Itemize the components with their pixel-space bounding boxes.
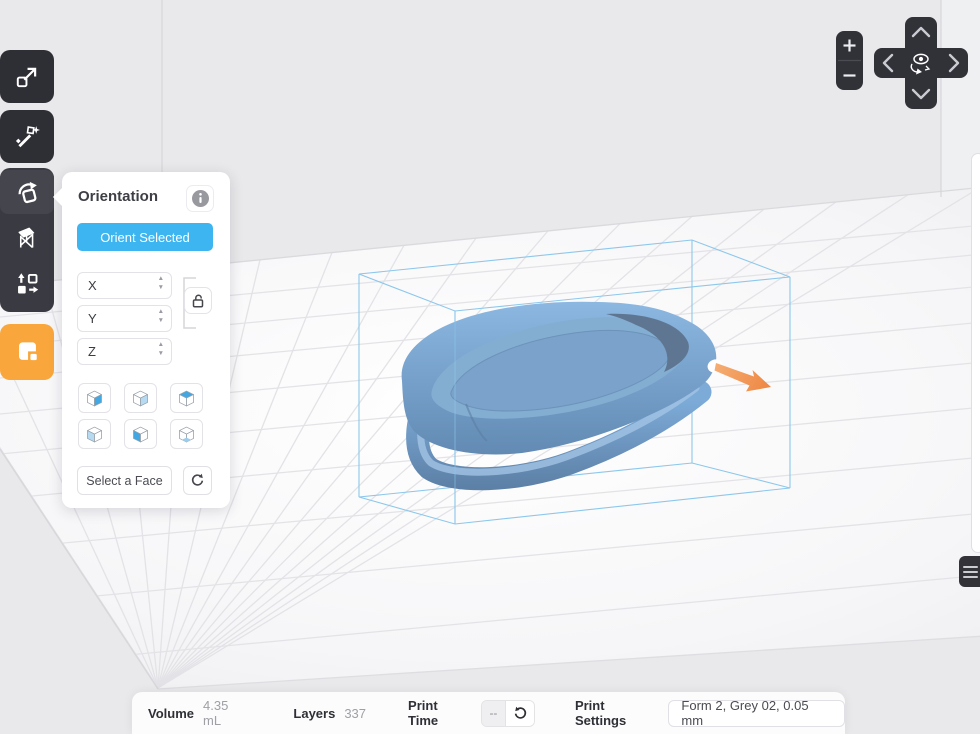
cube-face-icon — [176, 388, 197, 409]
print-time-label: Print Time — [408, 698, 471, 728]
orientation-panel: Orientation Orient Selected X ▲ ▼ Y ▲ ▼ Z … — [62, 172, 230, 508]
axis-x-label: X — [88, 278, 97, 293]
orientation-tool-button[interactable] — [0, 170, 54, 214]
eye-pupil-icon — [919, 57, 923, 61]
axis-x-field[interactable]: X ▲ ▼ — [77, 272, 172, 299]
orient-cube-button-6[interactable] — [170, 419, 203, 449]
axis-lock-button[interactable] — [184, 287, 212, 314]
layout-tool-button[interactable] — [0, 262, 54, 306]
select-a-face-button[interactable]: Select a Face — [77, 466, 172, 495]
supports-icon — [14, 225, 41, 252]
orient-cube-button-5[interactable] — [124, 419, 157, 449]
layer-slider-handle[interactable] — [959, 556, 980, 587]
magic-wand-icon — [14, 124, 40, 150]
refresh-icon — [513, 706, 528, 721]
layer-slider-track[interactable] — [971, 153, 980, 553]
view-controls — [828, 8, 980, 122]
print-settings-label: Print Settings — [575, 698, 658, 728]
volume-value: 4.35 mL — [203, 698, 249, 728]
spinner-down-icon[interactable]: ▼ — [158, 318, 164, 324]
axis-z-label: Z — [88, 344, 96, 359]
panel-caret — [53, 188, 62, 206]
print-settings-button[interactable]: Form 2, Grey 02, 0.05 mm — [668, 700, 845, 727]
spinner-down-icon[interactable]: ▼ — [158, 285, 164, 291]
print-time-value: -- — [482, 701, 507, 726]
reset-icon — [190, 473, 205, 488]
cube-face-icon — [130, 424, 151, 445]
size-tool-button[interactable] — [0, 50, 54, 103]
one-click-print-tool-button[interactable] — [0, 110, 54, 163]
resin-cartridge-icon — [14, 339, 41, 366]
spinner-up-icon[interactable]: ▲ — [158, 309, 164, 315]
orient-cube-button-2[interactable] — [124, 383, 157, 413]
cube-face-icon — [84, 388, 105, 409]
tool-group — [0, 168, 54, 312]
spinner-up-icon[interactable]: ▲ — [158, 276, 164, 282]
dpad-control — [874, 17, 968, 109]
info-icon — [191, 189, 210, 208]
axis-y-label: Y — [88, 311, 97, 326]
status-bar: Volume 4.35 mL Layers 337 Print Time -- … — [132, 692, 845, 734]
axis-y-field[interactable]: Y ▲ ▼ — [77, 305, 172, 332]
cube-face-icon — [84, 424, 105, 445]
volume-label: Volume — [148, 706, 194, 721]
zoom-control — [836, 31, 863, 90]
layout-icon — [14, 271, 41, 298]
layers-value: 337 — [344, 706, 366, 721]
orientation-icon — [14, 179, 41, 206]
info-button[interactable] — [186, 185, 214, 212]
orient-selected-button[interactable]: Orient Selected — [77, 223, 213, 251]
size-icon — [14, 64, 40, 90]
orient-cube-button-4[interactable] — [78, 419, 111, 449]
cube-face-icon — [176, 424, 197, 445]
orient-cube-button-1[interactable] — [78, 383, 111, 413]
supports-tool-button[interactable] — [0, 216, 54, 260]
unlock-icon — [190, 293, 206, 309]
refresh-print-time-button[interactable] — [506, 701, 534, 726]
layers-label: Layers — [293, 706, 335, 721]
spinner-down-icon[interactable]: ▼ — [158, 351, 164, 357]
printer-material-button[interactable] — [0, 324, 54, 380]
axis-z-field[interactable]: Z ▲ ▼ — [77, 338, 172, 365]
grip-lines-icon — [963, 566, 978, 568]
reset-orientation-button[interactable] — [183, 466, 212, 495]
print-time-box: -- — [481, 700, 535, 727]
cube-face-icon — [130, 388, 151, 409]
orient-cube-button-3[interactable] — [170, 383, 203, 413]
spinner-up-icon[interactable]: ▲ — [158, 342, 164, 348]
panel-title: Orientation — [78, 188, 158, 205]
